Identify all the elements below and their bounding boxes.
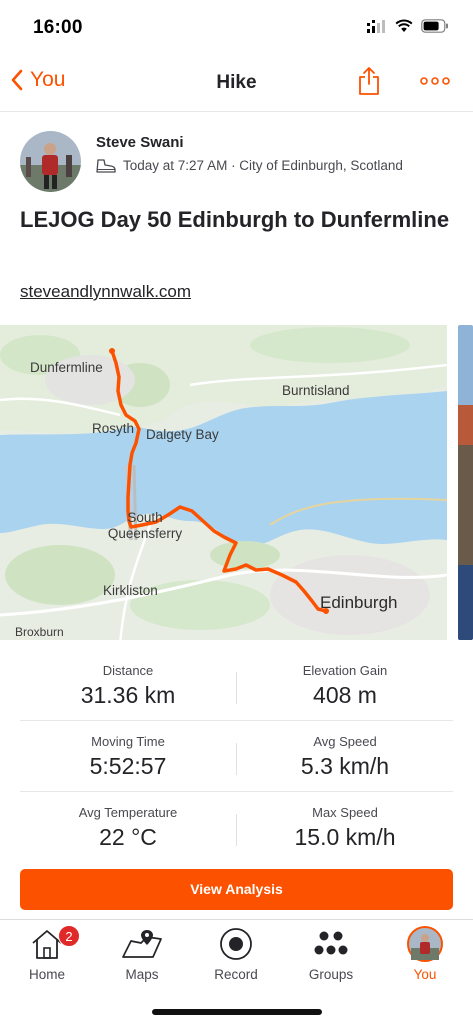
share-button[interactable] xyxy=(357,66,381,101)
map-label-south-queensferry: South Queensferry xyxy=(107,510,183,541)
groups-icon xyxy=(314,931,348,955)
map-label-burntisland: Burntisland xyxy=(282,383,350,398)
view-analysis-button[interactable]: View Analysis xyxy=(20,869,453,910)
record-icon xyxy=(220,928,252,960)
stat-label: Elevation Gain xyxy=(302,663,388,678)
activity-description-link[interactable]: steveandlynnwalk.com xyxy=(20,282,191,302)
hiking-boot-icon xyxy=(96,158,116,173)
status-time: 16:00 xyxy=(33,17,83,38)
nav-bar: You Hike xyxy=(0,56,473,112)
athlete-name[interactable]: Steve Swani xyxy=(96,134,184,151)
stat-label: Avg Speed xyxy=(313,734,377,749)
stat-distance: Distance 31.36 km xyxy=(20,663,236,709)
stat-max-speed: Max Speed 15.0 km/h xyxy=(237,805,453,851)
stats-row: Avg Temperature 22 °C Max Speed 15.0 km/… xyxy=(20,792,453,863)
stat-avg-temperature: Avg Temperature 22 °C xyxy=(20,805,236,851)
activity-stats: Distance 31.36 km Elevation Gain 408 m M… xyxy=(20,650,453,863)
status-icons xyxy=(367,19,449,33)
stat-label: Avg Temperature xyxy=(78,805,178,820)
activity-date-location: Today at 7:27 AM · City of Edinburgh, Sc… xyxy=(123,158,403,173)
tab-label: Groups xyxy=(308,967,354,982)
stat-label: Distance xyxy=(102,663,154,678)
map-label-broxburn: Broxburn xyxy=(15,625,64,639)
stat-elevation-gain: Elevation Gain 408 m xyxy=(237,663,453,709)
tab-home[interactable]: 2 Home xyxy=(0,923,94,985)
more-button[interactable] xyxy=(420,73,450,91)
stat-avg-speed: Avg Speed 5.3 km/h xyxy=(237,734,453,780)
more-dots-icon xyxy=(420,77,450,85)
cellular-signal-icon xyxy=(367,20,385,33)
tab-label: You xyxy=(413,967,437,982)
activity-meta: Today at 7:27 AM · City of Edinburgh, Sc… xyxy=(96,158,403,173)
map-label-dunfermline: Dunfermline xyxy=(30,360,103,375)
tab-label: Maps xyxy=(125,967,159,982)
map-label-dalgety-bay: Dalgety Bay xyxy=(146,427,219,442)
tab-label: Home xyxy=(28,967,65,982)
route-map[interactable]: Dunfermline Burntisland Rosyth Dalgety B… xyxy=(0,325,447,640)
battery-icon xyxy=(421,19,448,33)
tab-label: Record xyxy=(214,967,258,982)
tab-record[interactable]: Record xyxy=(189,923,283,985)
stat-moving-time: Moving Time 5:52:57 xyxy=(20,734,236,780)
map-label-edinburgh: Edinburgh xyxy=(320,593,398,612)
status-bar: 16:00 xyxy=(0,0,473,56)
stat-value: 22 °C xyxy=(99,824,157,850)
map-label-kirkliston: Kirkliston xyxy=(103,583,158,598)
tab-maps[interactable]: Maps xyxy=(95,923,189,985)
stat-value: 408 m xyxy=(313,682,377,708)
wifi-icon xyxy=(395,19,413,32)
map-label-rosyth: Rosyth xyxy=(92,421,135,436)
map-icon xyxy=(122,930,162,958)
notification-badge: 2 xyxy=(58,925,80,947)
avatar xyxy=(407,926,443,962)
tab-groups[interactable]: Groups xyxy=(284,923,378,985)
tab-you[interactable]: You xyxy=(378,923,472,985)
share-icon xyxy=(359,67,379,95)
stat-value: 5:52:57 xyxy=(89,753,167,779)
stat-label: Moving Time xyxy=(91,734,165,749)
route-start-marker xyxy=(109,348,115,354)
stats-row: Distance 31.36 km Elevation Gain 408 m xyxy=(20,650,453,721)
stat-label: Max Speed xyxy=(312,805,378,820)
activity-title: LEJOG Day 50 Edinburgh to Dunfermline xyxy=(20,207,450,232)
stat-value: 15.0 km/h xyxy=(294,824,396,850)
page-title: Hike xyxy=(216,72,257,93)
home-indicator[interactable] xyxy=(152,1009,322,1015)
stat-value: 31.36 km xyxy=(80,682,176,708)
athlete-avatar[interactable] xyxy=(20,131,81,192)
stats-row: Moving Time 5:52:57 Avg Speed 5.3 km/h xyxy=(20,721,453,792)
activity-photo-thumbnail[interactable] xyxy=(458,325,473,640)
stat-value: 5.3 km/h xyxy=(300,753,390,779)
